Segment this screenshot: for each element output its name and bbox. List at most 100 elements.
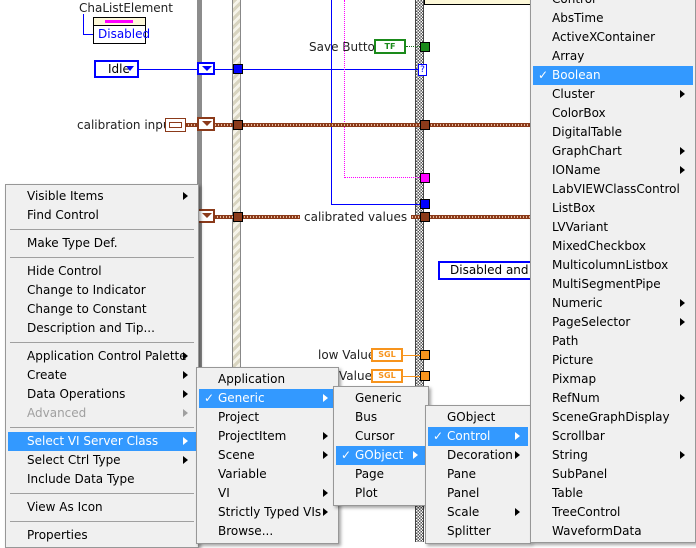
menu-item-pageselector[interactable]: PageSelector <box>533 313 693 332</box>
submenu-arrow-icon <box>680 90 685 98</box>
menu-item-change-to-constant[interactable]: Change to Constant <box>8 300 196 319</box>
menu-item-waveformdata[interactable]: WaveformData <box>533 522 693 541</box>
menu-item-gobject[interactable]: GObject <box>428 408 528 427</box>
tunnel-cal <box>233 120 243 130</box>
menu-item-mixedcheckbox[interactable]: MixedCheckbox <box>533 237 693 256</box>
menu-item-plot[interactable]: Plot <box>336 484 426 503</box>
menu-item-lvvariant[interactable]: LVVariant <box>533 218 693 237</box>
shift-register-calibrated <box>197 209 215 223</box>
low-value-terminal[interactable]: SGL <box>371 348 403 362</box>
menu-item-decoration[interactable]: Decoration <box>428 446 528 465</box>
menu-item-label: Path <box>552 334 579 348</box>
menu-item-picture[interactable]: Picture <box>533 351 693 370</box>
submenu-arrow-icon <box>183 192 188 200</box>
menu-item-pixmap[interactable]: Pixmap <box>533 370 693 389</box>
menu-item-application[interactable]: Application <box>199 370 336 389</box>
tunnel-high <box>420 371 430 381</box>
submenu-arrow-icon <box>323 508 328 516</box>
menu-item-graphchart[interactable]: GraphChart <box>533 142 693 161</box>
menu-item-data-operations[interactable]: Data Operations <box>8 385 196 404</box>
disabled-and-enum[interactable]: Disabled and G <box>438 261 538 280</box>
menu-item-application-control-palette[interactable]: Application Control Palette <box>8 347 196 366</box>
menu-separator <box>8 338 196 347</box>
menu-item-strictly-typed-vis[interactable]: Strictly Typed VIs <box>199 503 336 522</box>
menu-item-refnum[interactable]: RefNum <box>533 389 693 408</box>
menu-separator <box>8 225 196 234</box>
checkmark-icon: ✓ <box>538 68 549 82</box>
menu-item-label: MultiSegmentPipe <box>552 277 661 291</box>
menu-item-visible-items[interactable]: Visible Items <box>8 187 196 206</box>
submenu-arrow-icon <box>183 409 188 417</box>
menu-item-variable[interactable]: Variable <box>199 465 336 484</box>
menu-item-pane[interactable]: Pane <box>428 465 528 484</box>
menu-item-scrollbar[interactable]: Scrollbar <box>533 427 693 446</box>
menu-item-ioname[interactable]: IOName <box>533 161 693 180</box>
menu-item-change-to-indicator[interactable]: Change to Indicator <box>8 281 196 300</box>
menu-item-cursor[interactable]: Cursor <box>336 427 426 446</box>
menu-item-string[interactable]: String <box>533 446 693 465</box>
menu-item-include-data-type[interactable]: Include Data Type <box>8 470 196 489</box>
high-value-wire <box>403 376 421 377</box>
menu-item-label: Decoration <box>447 448 513 462</box>
menu-item-gobject[interactable]: ✓ GObject <box>336 446 426 465</box>
menu-item-path[interactable]: Path <box>533 332 693 351</box>
menu-item-properties[interactable]: Properties <box>8 526 196 545</box>
menu-item-label: Cluster <box>552 87 595 101</box>
unbundle-node[interactable]: Disabled <box>93 17 150 44</box>
menu-item-select-vi-server-class[interactable]: Select VI Server Class <box>8 432 196 451</box>
menu-item-label: Select Ctrl Type <box>27 453 121 467</box>
menu-item-cluster[interactable]: Cluster <box>533 85 693 104</box>
menu-item-treecontrol[interactable]: TreeControl <box>533 503 693 522</box>
menu-item-colorbox[interactable]: ColorBox <box>533 104 693 123</box>
menu-item-projectitem[interactable]: ProjectItem <box>199 427 336 446</box>
submenu-arrow-icon <box>680 394 685 402</box>
calibration-input-terminal[interactable] <box>165 118 186 132</box>
menu-item-generic[interactable]: ✓ Generic <box>199 389 336 408</box>
menu-item-create[interactable]: Create <box>8 366 196 385</box>
menu-item-scene[interactable]: Scene <box>199 446 336 465</box>
menu-item-advanced[interactable]: Advanced <box>8 404 196 423</box>
menu-item-view-as-icon[interactable]: View As Icon <box>8 498 196 517</box>
menu-item-splitter[interactable]: Splitter <box>428 522 528 541</box>
menu-item-make-type-def[interactable]: Make Type Def. <box>8 234 196 253</box>
menu-item-page[interactable]: Page <box>336 465 426 484</box>
submenu-arrow-icon <box>183 456 188 464</box>
menu-item-label: MixedCheckbox <box>552 239 647 253</box>
menu-item-description-and-tip[interactable]: Description and Tip... <box>8 319 196 338</box>
menu-item-activexcontainer[interactable]: ActiveXContainer <box>533 28 693 47</box>
menu-item-hide-control[interactable]: Hide Control <box>8 262 196 281</box>
menu-item-scale[interactable]: Scale <box>428 503 528 522</box>
menu-item-abstime[interactable]: AbsTime <box>533 9 693 28</box>
low-value-label: low Value <box>318 348 376 362</box>
menu-item-project[interactable]: Project <box>199 408 336 427</box>
menu-item-labviewclasscontrol[interactable]: LabVIEWClassControl <box>533 180 693 199</box>
menu-item-listbox[interactable]: ListBox <box>533 199 693 218</box>
menu-item-label: Hide Control <box>27 264 102 278</box>
menu-item-find-control[interactable]: Find Control <box>8 206 196 225</box>
generic-submenu: Generic Bus Cursor ✓ GObject Page Plot <box>333 386 429 506</box>
menu-item-control[interactable]: Control <box>533 0 693 9</box>
menu-item-generic[interactable]: Generic <box>336 389 426 408</box>
menu-item-boolean[interactable]: ✓ Boolean <box>533 66 693 85</box>
menu-item-array[interactable]: Array <box>533 47 693 66</box>
menu-item-table[interactable]: Table <box>533 484 693 503</box>
high-value-label: Value <box>339 369 372 383</box>
menu-item-select-ctrl-type[interactable]: Select Ctrl Type <box>8 451 196 470</box>
idle-enum-constant[interactable]: Idle <box>94 60 139 78</box>
menu-item-bus[interactable]: Bus <box>336 408 426 427</box>
menu-item-browse[interactable]: Browse... <box>199 522 336 541</box>
menu-item-panel[interactable]: Panel <box>428 484 528 503</box>
menu-item-subpanel[interactable]: SubPanel <box>533 465 693 484</box>
menu-item-label: Generic <box>218 391 265 405</box>
menu-item-control[interactable]: ✓ Control <box>428 427 528 446</box>
menu-item-scenegraphdisplay[interactable]: SceneGraphDisplay <box>533 408 693 427</box>
submenu-arrow-icon <box>323 394 328 402</box>
menu-item-numeric[interactable]: Numeric <box>533 294 693 313</box>
menu-item-label: Data Operations <box>27 387 126 401</box>
menu-item-vi[interactable]: VI <box>199 484 336 503</box>
menu-item-multicolumnlistbox[interactable]: MulticolumnListbox <box>533 256 693 275</box>
gobject-submenu: GObject ✓ Control Decoration Pane Panel Scale S… <box>425 405 531 544</box>
high-value-terminal[interactable]: SGL <box>371 369 403 383</box>
menu-item-multisegmentpipe[interactable]: MultiSegmentPipe <box>533 275 693 294</box>
menu-item-digitaltable[interactable]: DigitalTable <box>533 123 693 142</box>
